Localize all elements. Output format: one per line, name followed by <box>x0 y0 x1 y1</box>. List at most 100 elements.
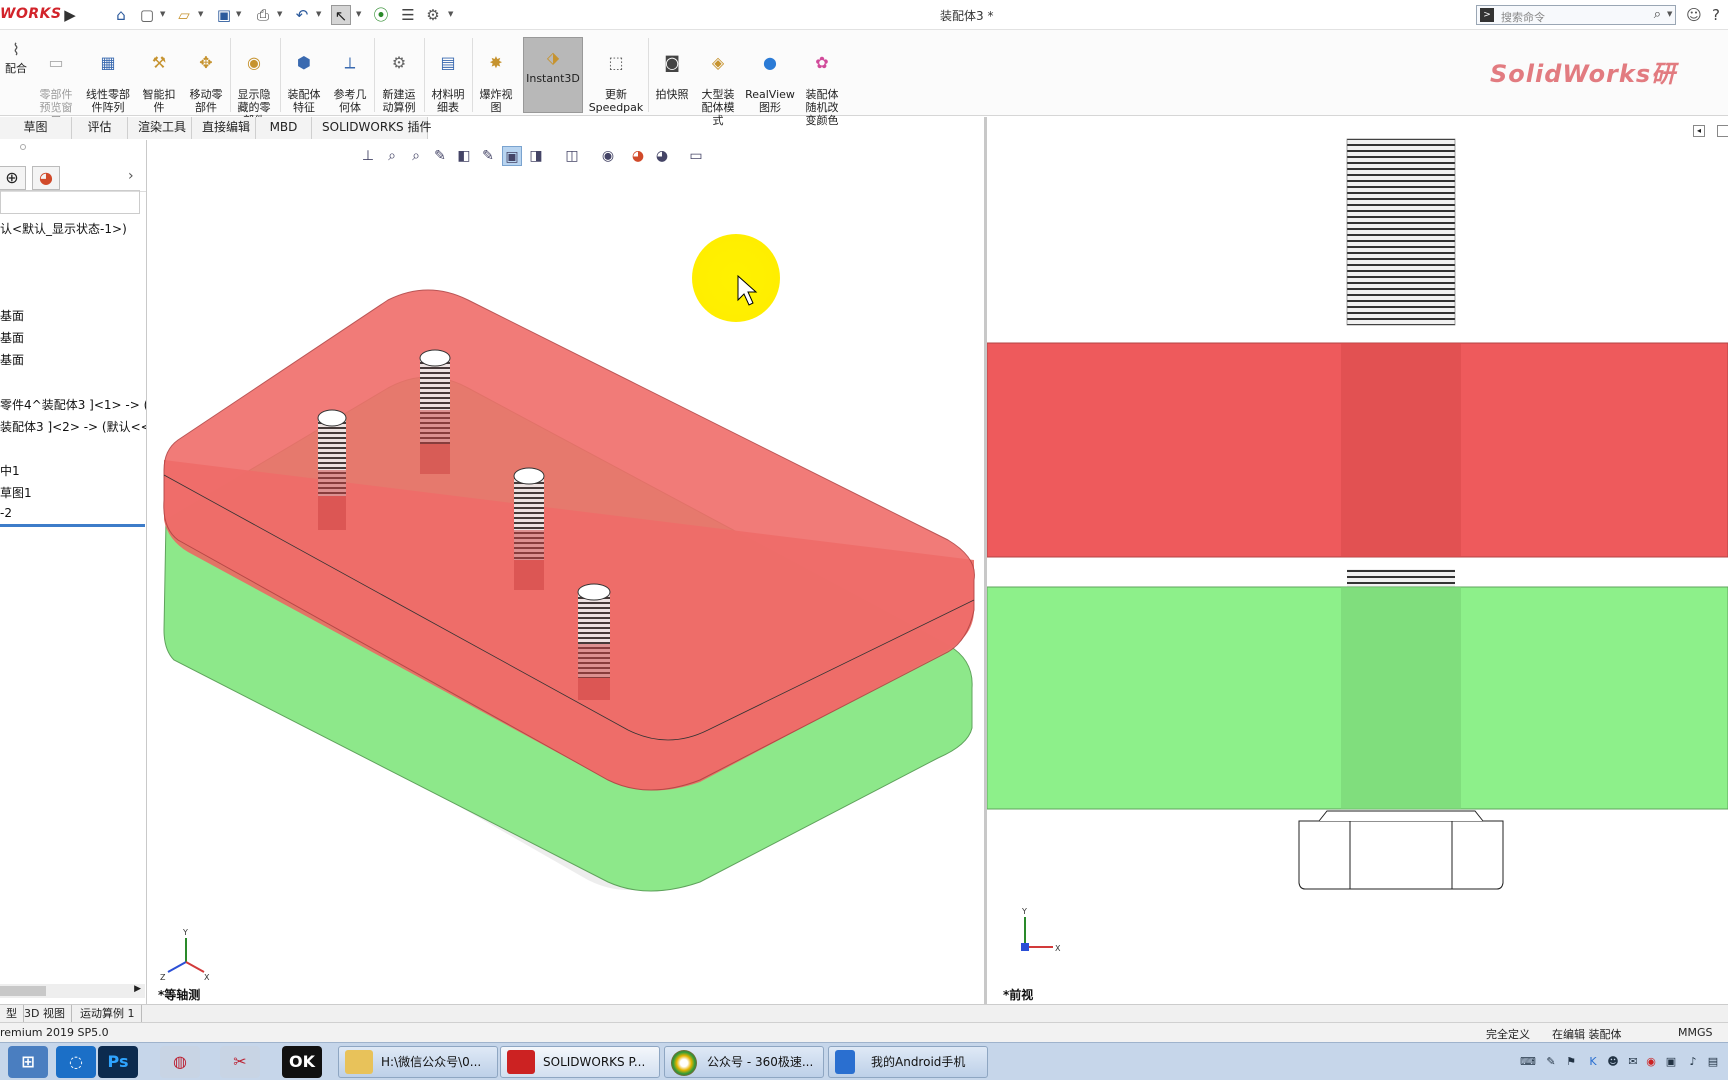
bolt-head[interactable] <box>1298 820 1504 890</box>
linear-pattern-button[interactable]: ▦ 线性零部 件阵列 <box>82 40 134 114</box>
tree-item[interactable]: 基面 <box>0 351 24 368</box>
horizontal-scrollbar[interactable]: ▶ <box>0 984 145 998</box>
keyboard-icon[interactable]: ⌨ <box>1520 1055 1536 1069</box>
expand-arrow-icon[interactable]: ▶ <box>60 5 80 25</box>
home-icon[interactable]: ⌂ <box>111 5 131 25</box>
appearance-icon[interactable]: ◕ <box>32 166 60 190</box>
tab-motion-study[interactable]: 运动算例 1 <box>74 1005 142 1023</box>
search-icon[interactable]: ⌕ <box>1654 7 1661 22</box>
large-assembly-mode-button[interactable]: ◈ 大型装 配体模 式 <box>696 40 740 127</box>
user-icon[interactable]: ☺ <box>1684 5 1704 25</box>
flag-icon[interactable]: ⚑ <box>1564 1055 1578 1069</box>
assembly-features-button[interactable]: ⬢ 装配体 特征 <box>282 40 326 114</box>
tab-render-tools[interactable]: 渲染工具 <box>128 117 192 139</box>
tree-item[interactable]: 装配体3 ]<2> -> (默认<< <box>0 418 146 435</box>
media-app-icon[interactable]: ◍ <box>160 1046 200 1078</box>
file-properties-icon[interactable]: ☰ <box>398 5 418 25</box>
panel-tab-strip: ⊕ ◕ › <box>0 164 146 192</box>
tab-direct-editing[interactable]: 直接编辑 <box>192 117 256 139</box>
tab-sketch[interactable]: 草图 <box>0 117 72 139</box>
ribbon-separator <box>472 38 473 112</box>
save-icon[interactable]: ▣ <box>214 5 234 25</box>
rollback-bar[interactable] <box>0 524 145 527</box>
tree-item[interactable]: 零件4^装配体3 ]<1> -> (默 <box>0 396 146 413</box>
recorder-icon[interactable]: OK <box>282 1046 322 1078</box>
start-button-icon[interactable]: ⊞ <box>8 1046 48 1078</box>
mate-button[interactable]: ⌇ 配合 <box>2 40 30 75</box>
chevron-down-icon[interactable]: ▼ <box>316 10 321 18</box>
taskbar-app-solidworks[interactable]: SOLIDWORKS P... <box>500 1046 660 1078</box>
undo-icon[interactable]: ↶ <box>292 5 312 25</box>
taskbar-app-explorer[interactable]: H:\微信公众号\0... <box>338 1046 498 1078</box>
photoshop-icon[interactable]: Ps <box>98 1046 138 1078</box>
browser-icon[interactable]: ◌ <box>56 1046 96 1078</box>
update-speedpak-button[interactable]: ⬚ 更新 Speedpak <box>588 40 644 114</box>
taskbar-app-browser[interactable]: 公众号 - 360极速... <box>664 1046 824 1078</box>
tab-3d-view[interactable]: 3D 视图 <box>18 1005 72 1023</box>
pen-icon[interactable]: ✎ <box>1544 1055 1558 1069</box>
gear-icon[interactable]: ⚙ <box>423 5 443 25</box>
tab-mbd[interactable]: MBD <box>256 117 312 139</box>
exploded-view-button[interactable]: ✸ 爆炸视 图 <box>474 40 518 114</box>
tree-filter-input[interactable] <box>0 190 140 214</box>
move-component-button[interactable]: ✥ 移动零 部件 <box>184 40 228 114</box>
tools-app-icon[interactable]: ✂ <box>220 1046 260 1078</box>
tree-item[interactable]: 认<默认_显示状态-1>) <box>0 220 127 237</box>
random-color-button[interactable]: ✿ 装配体 随机改 变颜色 <box>800 40 844 127</box>
chevron-down-icon[interactable]: ▼ <box>198 10 203 18</box>
scrollbar-thumb[interactable] <box>0 986 46 996</box>
taskbar-app-android[interactable]: 我的Android手机 <box>828 1046 988 1078</box>
stud-2[interactable] <box>419 349 451 474</box>
show-hidden-components-button[interactable]: ◉ 显示隐 藏的零 部件 <box>232 40 276 127</box>
realview-graphics-button[interactable]: ● RealView 图形 <box>744 40 796 114</box>
chevron-down-icon[interactable]: ▼ <box>160 10 165 18</box>
bill-of-materials-button[interactable]: ▤ 材料明 细表 <box>426 40 470 114</box>
tab-evaluate[interactable]: 评估 <box>72 117 128 139</box>
chevron-down-icon[interactable]: ▼ <box>1667 10 1672 18</box>
panel-handle-icon[interactable] <box>20 144 26 150</box>
select-pointer-icon[interactable]: ↖ <box>331 5 351 25</box>
chevron-down-icon[interactable]: ▼ <box>356 10 361 18</box>
tree-item[interactable]: -2 <box>0 506 12 520</box>
chevron-down-icon[interactable]: ▼ <box>236 10 241 18</box>
new-motion-study-button[interactable]: ⚙ 新建运 动算例 <box>376 40 422 114</box>
viewport-front[interactable]: ◂ Y X *前视 <box>987 117 1728 1004</box>
new-document-icon[interactable]: ▢ <box>137 5 157 25</box>
ribbon-label: 移动零 部件 <box>189 88 223 114</box>
k-app-icon[interactable]: K <box>1586 1055 1600 1069</box>
viewport-isometric[interactable]: ⊥ ⌕ ⌕ ✎ ◧ ✎ ▣ ◨ ◫ ◉ ◕ ◕ ▭ Y Z X *等轴测 <box>148 140 984 1004</box>
crosshair-icon[interactable]: ⊕ <box>0 166 26 190</box>
take-snapshot-button[interactable]: ◙ 拍快照 <box>652 40 692 101</box>
svg-text:Z: Z <box>160 973 166 982</box>
stud-1[interactable] <box>317 409 347 530</box>
record-icon[interactable]: ◉ <box>1644 1055 1658 1069</box>
stud-4[interactable] <box>577 583 611 700</box>
chat-icon[interactable]: ✉ <box>1626 1055 1640 1069</box>
instant3d-button[interactable]: ⬗ Instant3D <box>523 37 583 113</box>
chevron-right-icon[interactable]: › <box>128 168 134 184</box>
search-input[interactable]: > 搜索命令 ⌕ <box>1476 5 1676 25</box>
reference-geometry-button[interactable]: ⟂ 参考几 何体 <box>328 40 372 114</box>
chevron-down-icon[interactable]: ▼ <box>448 10 453 18</box>
tab-solidworks-addins[interactable]: SOLIDWORKS 插件 <box>312 117 431 139</box>
component-preview-button[interactable]: ▭ 零部件 预览窗 口 <box>34 40 78 127</box>
network-icon[interactable]: ▣ <box>1664 1055 1678 1069</box>
tree-item[interactable]: 草图1 <box>0 484 32 501</box>
traffic-light-icon[interactable]: ⦿ <box>371 5 391 25</box>
chevron-right-icon[interactable]: ▶ <box>134 984 141 994</box>
qq-icon[interactable]: ☻ <box>1606 1055 1620 1069</box>
ribbon-label: 智能扣 件 <box>142 88 176 114</box>
tree-item[interactable]: 中1 <box>0 462 20 479</box>
units-status[interactable]: MMGS <box>1678 1026 1713 1039</box>
volume-icon[interactable]: ♪ <box>1686 1055 1700 1069</box>
bolt-thread-top[interactable] <box>1346 138 1456 326</box>
stud-3[interactable] <box>513 467 545 590</box>
open-folder-icon[interactable]: ▱ <box>174 5 194 25</box>
chevron-down-icon[interactable]: ▼ <box>277 10 282 18</box>
tree-item[interactable]: 基面 <box>0 329 24 346</box>
tree-item[interactable]: 基面 <box>0 307 24 324</box>
smart-fastener-button[interactable]: ⚒ 智能扣 件 <box>138 40 180 114</box>
print-icon[interactable]: ⎙ <box>253 5 273 25</box>
help-icon[interactable]: ? <box>1706 5 1726 25</box>
notification-icon[interactable]: ▤ <box>1706 1055 1720 1069</box>
